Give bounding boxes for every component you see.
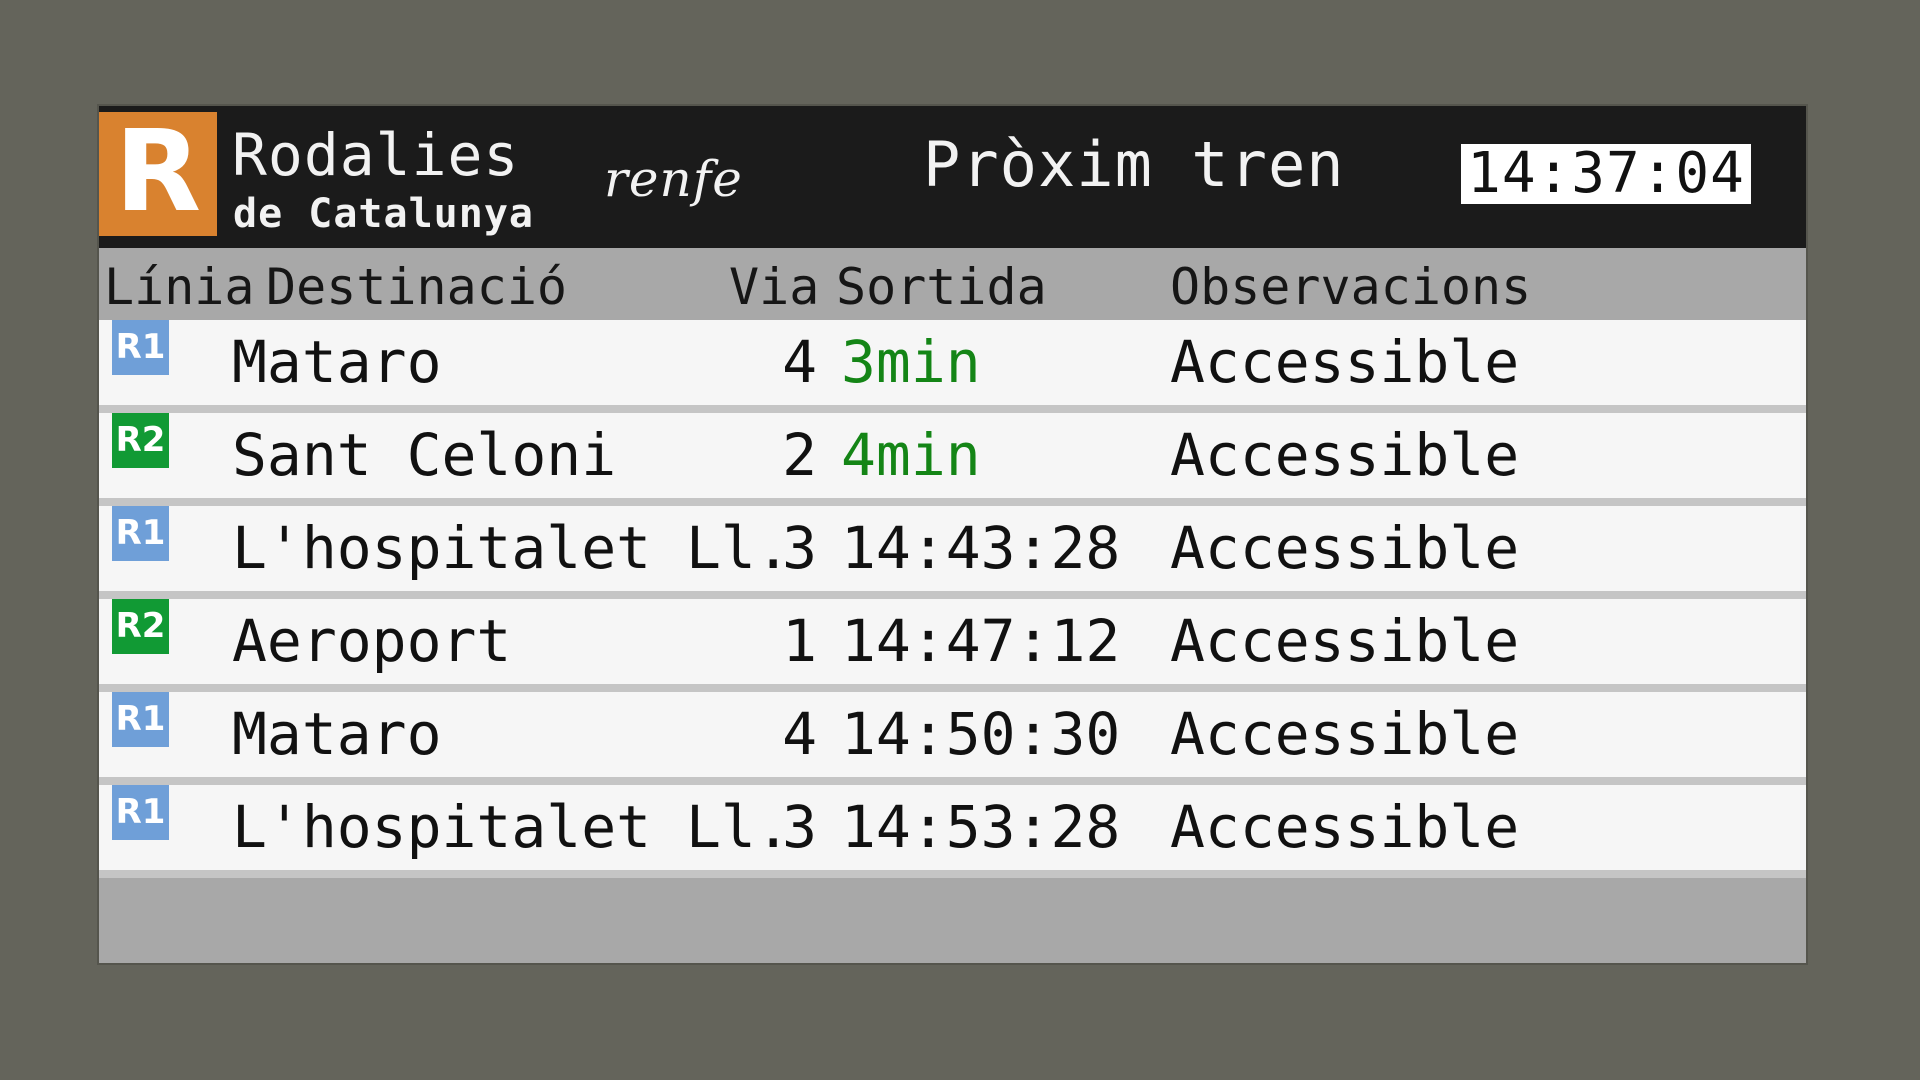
destination-name: Sant Celoni — [232, 421, 617, 489]
destination-name: Mataro — [232, 328, 442, 396]
platform-number: 3 — [782, 793, 817, 861]
departure-row: R1 Mataro 4 3min Accessible — [99, 320, 1806, 413]
column-platform: Via — [729, 258, 820, 316]
departure-time: 14:50:30 — [841, 700, 1121, 768]
accessibility-status: Accessible — [1170, 700, 1520, 768]
operator-logo-text: renfe — [604, 150, 743, 208]
departure-time: 14:43:28 — [841, 514, 1121, 582]
brand-region: de Catalunya — [233, 191, 534, 237]
departure-column-headers: Línia Destinació Via Sortida Observacion… — [99, 248, 1806, 326]
line-badge: R2 — [112, 599, 169, 654]
column-departure: Sortida — [836, 258, 1047, 316]
line-badge: R1 — [112, 692, 169, 747]
platform-number: 2 — [782, 421, 817, 489]
current-time-clock: 14:37:04 — [1461, 144, 1751, 204]
platform-number: 1 — [782, 607, 817, 675]
departure-time: 14:53:28 — [841, 793, 1121, 861]
departure-row: R2 Aeroport 1 14:47:12 Accessible — [99, 599, 1806, 692]
line-badge: R1 — [112, 320, 169, 375]
accessibility-status: Accessible — [1170, 514, 1520, 582]
platform-number: 3 — [782, 514, 817, 582]
destination-name: Mataro — [232, 700, 442, 768]
departure-time: 14:47:12 — [841, 607, 1121, 675]
game-world-background: R Rodalies de Catalunya renfe Pròxim tre… — [0, 0, 1920, 1080]
rodalies-departure-board: R Rodalies de Catalunya renfe Pròxim tre… — [99, 106, 1806, 963]
line-badge: R2 — [112, 413, 169, 468]
column-line: Línia — [104, 258, 255, 316]
accessibility-status: Accessible — [1170, 793, 1520, 861]
logo-letter: R — [114, 107, 202, 237]
empty-departure-area — [99, 878, 1806, 963]
platform-number: 4 — [782, 328, 817, 396]
line-badge: R1 — [112, 506, 169, 561]
departure-time: 3min — [841, 328, 981, 396]
departure-list: R1 Mataro 4 3min Accessible R2 Sant Celo… — [99, 320, 1806, 878]
accessibility-status: Accessible — [1170, 421, 1520, 489]
destination-name: L'hospitalet Ll. — [232, 793, 791, 861]
brand-name: Rodalies — [232, 121, 520, 189]
departure-row: R2 Sant Celoni 2 4min Accessible — [99, 413, 1806, 506]
departure-row: R1 Mataro 4 14:50:30 Accessible — [99, 692, 1806, 785]
departure-row: R1 L'hospitalet Ll. 3 14:53:28 Accessibl… — [99, 785, 1806, 878]
line-badge: R1 — [112, 785, 169, 840]
destination-name: L'hospitalet Ll. — [232, 514, 791, 582]
accessibility-status: Accessible — [1170, 607, 1520, 675]
column-destination: Destinació — [266, 258, 568, 316]
departure-time: 4min — [841, 421, 981, 489]
platform-number: 4 — [782, 700, 817, 768]
board-header: R Rodalies de Catalunya renfe Pròxim tre… — [99, 106, 1806, 248]
board-title: Pròxim tren — [923, 128, 1345, 201]
column-remarks: Observacions — [1170, 258, 1532, 316]
accessibility-status: Accessible — [1170, 328, 1520, 396]
rodalies-logo-icon: R — [99, 112, 217, 236]
departure-row: R1 L'hospitalet Ll. 3 14:43:28 Accessibl… — [99, 506, 1806, 599]
destination-name: Aeroport — [232, 607, 512, 675]
